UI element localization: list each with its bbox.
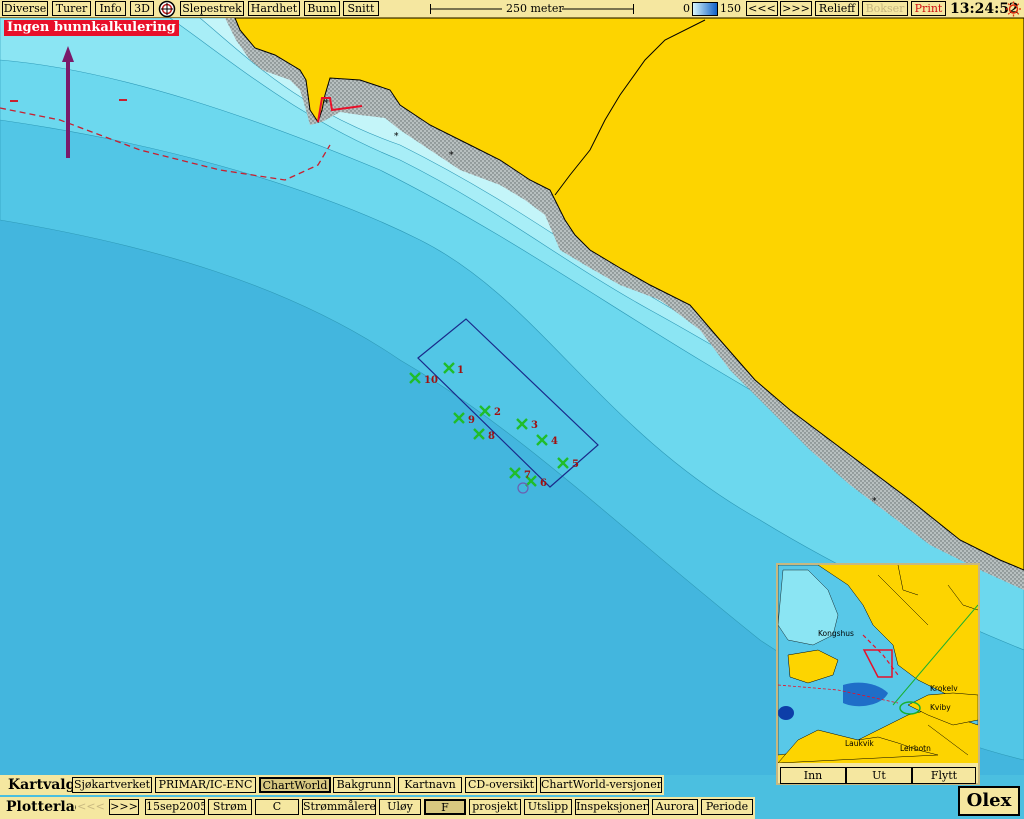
warning-banner: Ingen bunnkalkulering bbox=[4, 20, 179, 36]
plotterlag-label: Plotterlag bbox=[6, 799, 85, 815]
marker-label: 5 bbox=[572, 459, 579, 470]
place-label: Kongshus bbox=[818, 629, 854, 638]
relieff-button[interactable]: Relieff bbox=[815, 1, 859, 16]
move-map-button[interactable]: Flytt bbox=[912, 767, 976, 784]
marker-label: 10 bbox=[424, 375, 438, 386]
chartworld-button[interactable]: ChartWorld bbox=[259, 777, 331, 793]
place-label: Laukvik bbox=[845, 739, 874, 748]
marker-label: 3 bbox=[531, 420, 538, 431]
svg-text:*: * bbox=[449, 151, 454, 161]
depth-min-label: 0 bbox=[683, 2, 690, 15]
olex-logo: Olex bbox=[958, 786, 1020, 816]
utslipp-button[interactable]: Utslipp bbox=[524, 799, 572, 815]
overview-map-panel: Kongshus Krokelv Kviby Laukvik Leirbotn … bbox=[776, 563, 980, 785]
marker-label: 6 bbox=[540, 478, 547, 489]
bakgrunn-button[interactable]: Bakgrunn bbox=[333, 777, 395, 793]
primar-ic-enc-button[interactable]: PRIMAR/IC-ENC bbox=[155, 777, 256, 793]
c-button[interactable]: C bbox=[255, 799, 299, 815]
sjokartverket-button[interactable]: Sjøkartverket bbox=[72, 777, 152, 793]
plotterlag-next-button[interactable]: >>> bbox=[109, 799, 139, 815]
depth-gradient-legend[interactable] bbox=[692, 2, 718, 16]
strom-button[interactable]: Strøm bbox=[208, 799, 252, 815]
prosjekt-button[interactable]: prosjekt bbox=[469, 799, 521, 815]
scale-bar: 250 meter bbox=[430, 0, 634, 18]
svg-text:*: * bbox=[394, 132, 399, 142]
aurora-button[interactable]: Aurora bbox=[652, 799, 698, 815]
place-label: Krokelv bbox=[930, 684, 958, 693]
date-15sep2005-button[interactable]: 15sep2005 bbox=[145, 799, 205, 815]
cd-oversikt-button[interactable]: CD-oversikt bbox=[465, 777, 537, 793]
bunn-button[interactable]: Bunn bbox=[304, 1, 340, 16]
zoom-in-button[interactable]: Inn bbox=[780, 767, 846, 784]
uloy-button[interactable]: Uløy bbox=[379, 799, 421, 815]
bokser-button[interactable]: Bokser bbox=[862, 1, 908, 16]
next-button[interactable]: >>> bbox=[780, 1, 812, 16]
hardhet-button[interactable]: Hardhet bbox=[248, 1, 300, 16]
kartvalg-label: Kartvalg bbox=[8, 777, 76, 793]
overview-map[interactable]: Kongshus Krokelv Kviby Laukvik Leirbotn bbox=[778, 565, 978, 763]
3d-button[interactable]: 3D bbox=[130, 1, 154, 16]
scale-label: 250 meter bbox=[506, 2, 564, 15]
place-label: Leirbotn bbox=[900, 744, 931, 753]
place-label: Kviby bbox=[930, 703, 951, 712]
kartnavn-button[interactable]: Kartnavn bbox=[398, 777, 462, 793]
marker-label: 2 bbox=[494, 407, 501, 418]
marker-label: 9 bbox=[468, 415, 475, 426]
snitt-button[interactable]: Snitt bbox=[343, 1, 379, 16]
sun-icon[interactable] bbox=[1005, 1, 1022, 17]
inspeksjoner-button[interactable]: Inspeksjoner bbox=[575, 799, 649, 815]
prev-button[interactable]: <<< bbox=[746, 1, 778, 16]
diverse-button[interactable]: Diverse bbox=[2, 1, 48, 16]
kartvalg-bar: Kartvalg Sjøkartverket PRIMAR/IC-ENC Cha… bbox=[0, 775, 664, 795]
info-button[interactable]: Info bbox=[95, 1, 126, 16]
svg-text:*: * bbox=[872, 497, 877, 507]
marker-label: 8 bbox=[488, 431, 495, 442]
turer-button[interactable]: Turer bbox=[52, 1, 91, 16]
plotterlag-prev-button[interactable]: <<< bbox=[76, 799, 106, 815]
marker-label: 4 bbox=[551, 436, 558, 447]
chartworld-versjoner-button[interactable]: ChartWorld-versjoner bbox=[540, 777, 662, 793]
slepestrek-button[interactable]: Slepestrek bbox=[180, 1, 244, 16]
zoom-out-button[interactable]: Ut bbox=[846, 767, 912, 784]
compass-icon[interactable] bbox=[157, 0, 177, 18]
f-button[interactable]: F bbox=[424, 799, 466, 815]
top-toolbar: Diverse Turer Info 3D Slepestrek Hardhet… bbox=[0, 0, 1024, 18]
marker-label: 7 bbox=[524, 470, 531, 481]
depth-max-label: 150 bbox=[720, 2, 741, 15]
strommalere-button[interactable]: Strømmålere bbox=[302, 799, 376, 815]
plotterlag-bar: Plotterlag <<< >>> 15sep2005 Strøm C Str… bbox=[0, 797, 755, 819]
marker-label: 1 bbox=[457, 365, 464, 376]
periode-button[interactable]: Periode bbox=[701, 799, 753, 815]
print-button[interactable]: Print bbox=[911, 1, 946, 16]
svg-text:*: * bbox=[324, 99, 329, 109]
